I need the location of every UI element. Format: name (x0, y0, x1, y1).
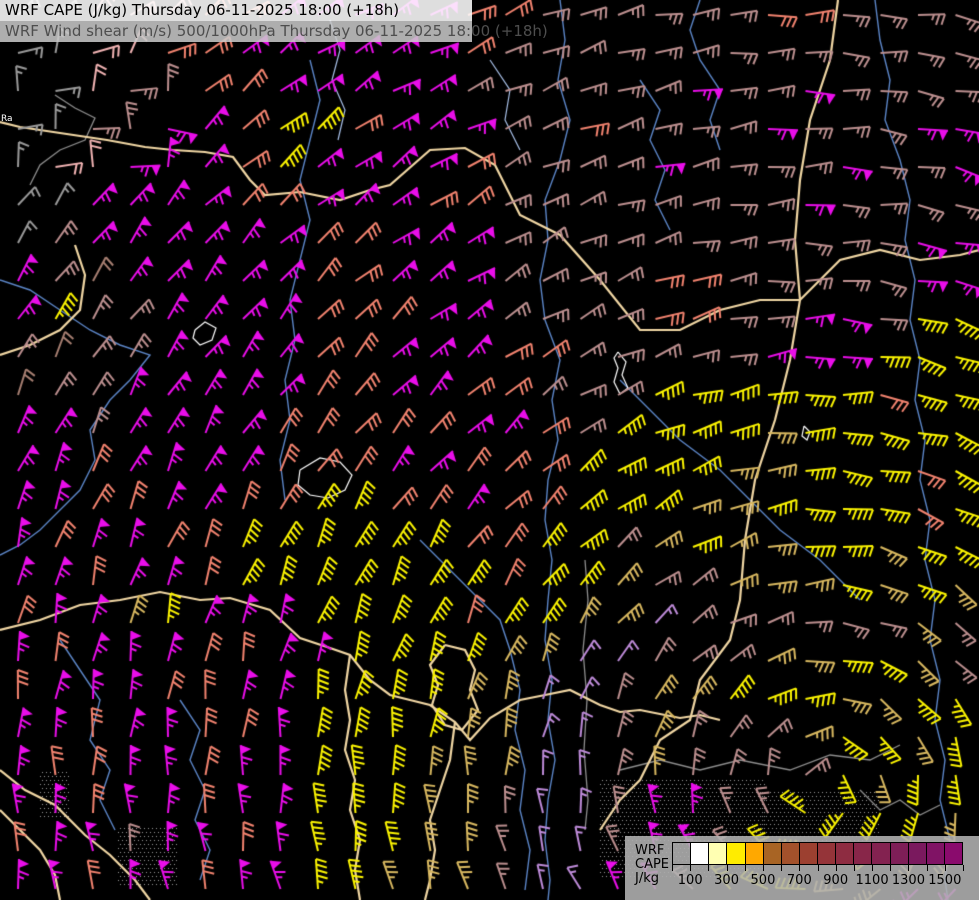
colorbar-cell (798, 842, 817, 865)
colorbar-tick-label: 1100 (855, 873, 889, 888)
colorbar-cell (708, 842, 727, 865)
colorbar-cell (835, 842, 854, 865)
colorbar-cell (853, 842, 872, 865)
colorbar-cell (726, 842, 745, 865)
colorbar-tick (963, 865, 964, 871)
colorbar-cell (817, 842, 836, 865)
map-place-label: Ra (1, 114, 13, 124)
colorbar-tick-label: 300 (714, 873, 739, 888)
weather-map-canvas (0, 0, 979, 900)
legend-caption-line: CAPE (635, 857, 670, 872)
colorbar-tick-label: 700 (786, 873, 812, 888)
colorbar-tick (726, 865, 728, 871)
title-line-windshear: WRF Wind shear (m/s) 500/1000hPa Thursda… (0, 21, 548, 42)
title-line-cape: WRF CAPE (J/kg) Thursday 06-11-2025 18:0… (0, 0, 472, 21)
colorbar-tick-label: 900 (823, 873, 849, 888)
colorbar-cell (744, 842, 763, 865)
colorbar-tick (690, 865, 692, 871)
colorbar-cell (889, 842, 908, 865)
colorbar-cell (871, 842, 890, 865)
colorbar-tick (781, 865, 783, 871)
colorbar-cell (690, 842, 709, 865)
colorbar-tick (762, 865, 764, 871)
colorbar-tick (817, 865, 819, 871)
colorbar-tick (944, 865, 946, 871)
colorbar-tick (835, 865, 837, 871)
colorbar-tick (872, 865, 874, 871)
legend-caption-line: J/kg (635, 871, 659, 886)
colorbar-tick-label: 100 (677, 873, 703, 888)
colorbar-tick-label: 1500 (928, 873, 962, 888)
cape-colorbar (672, 842, 963, 865)
legend-caption: WRF CAPE J/kg (635, 844, 669, 886)
colorbar-cell (762, 842, 781, 865)
colorbar-tick-label: 500 (750, 873, 776, 888)
colorbar-tick (926, 865, 928, 871)
colorbar-tick (744, 865, 746, 871)
colorbar-tick (708, 865, 710, 871)
colorbar-cell (925, 842, 944, 865)
colorbar-tick (672, 865, 673, 871)
wrf-weather-map-page: Ra WRF CAPE (J/kg) Thursday 06-11-2025 1… (0, 0, 979, 900)
colorbar-tick (799, 865, 801, 871)
colorbar-cell (907, 842, 926, 865)
colorbar-tick (908, 865, 910, 871)
colorbar-tick-label: 1300 (891, 873, 925, 888)
colorbar-cell (780, 842, 799, 865)
title-banner: WRF CAPE (J/kg) Thursday 06-11-2025 18:0… (0, 0, 548, 42)
colorbar-cell (943, 842, 963, 865)
colorbar-tick (853, 865, 855, 871)
legend-caption-line: WRF (635, 843, 665, 858)
colorbar-cell (672, 842, 691, 865)
colorbar-tick (890, 865, 892, 871)
